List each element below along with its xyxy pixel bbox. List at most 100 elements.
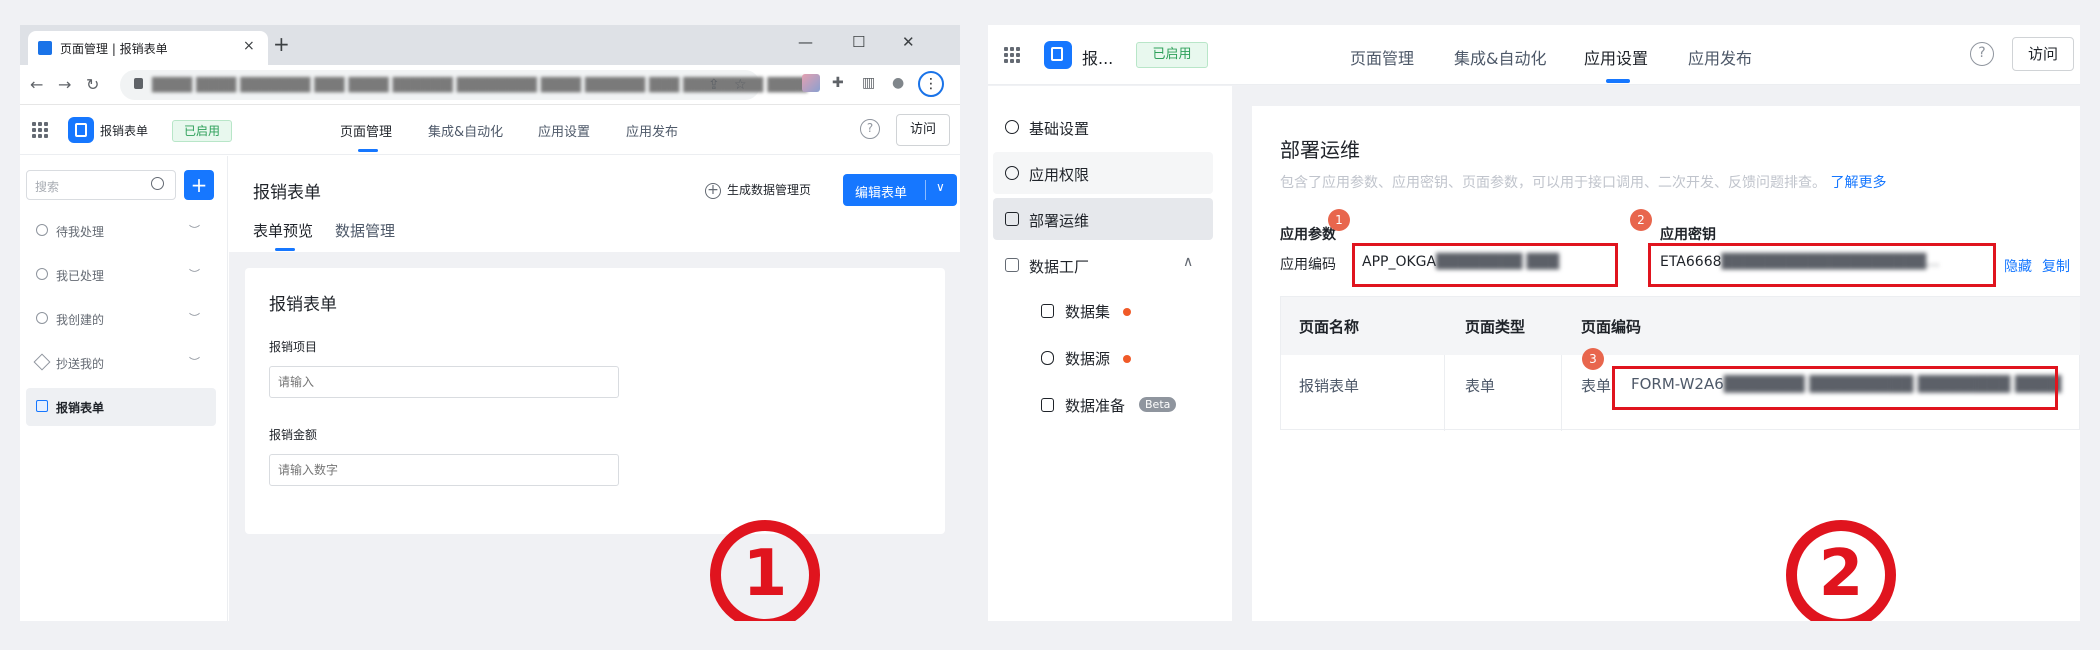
eye-closed-icon[interactable]: ︶ xyxy=(189,310,200,326)
sidebar-item-label: 抄送我的 xyxy=(56,357,105,371)
datasource-icon xyxy=(1041,351,1054,365)
address-bar[interactable]: ████ ████ ███████ ███ ████ ██████ ██████… xyxy=(120,70,807,100)
column-divider xyxy=(1561,355,1562,431)
side-panel-icon[interactable]: ▥ xyxy=(862,75,875,91)
sidebar-item-data-factory[interactable]: 数据工厂 ∧ xyxy=(993,244,1213,286)
nav-app-settings[interactable]: 应用设置 xyxy=(538,121,590,140)
field-label-item: 报销项目 xyxy=(269,340,318,354)
sidebar-item-label: 我创建的 xyxy=(56,313,105,327)
nav-page-manage[interactable]: 页面管理 xyxy=(340,121,392,140)
help-icon[interactable]: ? xyxy=(1970,42,1994,66)
sidebar-subitem-dataset[interactable]: 数据集 xyxy=(1033,291,1213,331)
tab-data-manage[interactable]: 数据管理 xyxy=(335,220,395,241)
sidebar-subitem-datasource[interactable]: 数据源 xyxy=(1033,338,1213,378)
sidebar-item-label: 待我处理 xyxy=(56,225,105,239)
edit-form-button[interactable]: 编辑表单 ∨ xyxy=(843,174,957,206)
visit-button[interactable]: 访问 xyxy=(896,114,950,146)
chevron-down-icon[interactable]: ∨ xyxy=(936,180,945,194)
profile-icon[interactable]: ● xyxy=(892,75,904,91)
sidebar-item-deploy-ops[interactable]: 部署运维 xyxy=(993,198,1213,240)
eye-closed-icon[interactable]: ︶ xyxy=(189,354,200,370)
back-icon[interactable]: ← xyxy=(30,75,43,94)
nav-page-manage[interactable]: 页面管理 xyxy=(1350,45,1414,69)
help-icon[interactable]: ? xyxy=(860,119,880,139)
eye-closed-icon[interactable]: ︶ xyxy=(189,222,200,238)
new-tab-button[interactable]: + xyxy=(273,32,290,56)
page-sidebar: 搜索 + 待我处理 ︶ 我已处理 ︶ 我创建的 ︶ 抄送我的 ︶ 报销表单 xyxy=(20,156,228,621)
tab-bar: 页面管理 | 报销表单 × + — ☐ ✕ xyxy=(20,25,960,65)
sidebar-item-todo[interactable]: 待我处理 ︶ xyxy=(26,212,216,250)
chevron-up-icon[interactable]: ∧ xyxy=(1183,254,1193,270)
star-icon[interactable]: ☆ xyxy=(734,77,747,93)
add-page-button[interactable]: + xyxy=(184,170,214,200)
window-close-button[interactable]: ✕ xyxy=(902,33,915,51)
cell-page-type: 表单 xyxy=(1465,377,1496,395)
data-prep-icon xyxy=(1041,398,1054,412)
visit-button[interactable]: 访问 xyxy=(2012,37,2074,71)
share-icon[interactable]: ⇪ xyxy=(708,77,720,93)
table-header: 页面名称 页面类型 页面编码 xyxy=(1281,297,2080,355)
server-icon xyxy=(1005,212,1019,226)
sidebar-item-created[interactable]: 我创建的 ︶ xyxy=(26,300,216,338)
callout-badge-1: 1 xyxy=(1328,209,1350,231)
dataset-icon xyxy=(1041,304,1054,318)
menu-icon[interactable]: ⋮ xyxy=(918,71,944,97)
tab-active-indicator xyxy=(275,248,295,251)
browser-tab[interactable]: 页面管理 | 报销表单 × xyxy=(28,31,268,65)
hide-secret-link[interactable]: 隐藏 xyxy=(2004,256,2032,276)
learn-more-link[interactable]: 了解更多 xyxy=(1830,175,1886,191)
nav-integration[interactable]: 集成&自动化 xyxy=(428,121,503,140)
app-grid-icon[interactable] xyxy=(32,122,48,138)
description-text: 包含了应用参数、应用密钥、页面参数，可以用于接口调用、二次开发、反馈问题排查。 xyxy=(1280,175,1826,191)
nav-app-publish[interactable]: 应用发布 xyxy=(1688,45,1752,69)
new-dot-badge xyxy=(1123,355,1131,363)
favicon-icon xyxy=(38,41,52,55)
extensions-icon[interactable]: ✚ xyxy=(832,75,844,91)
reimburse-item-input[interactable] xyxy=(269,366,619,398)
button-divider xyxy=(925,180,926,200)
app-logo-icon xyxy=(68,117,94,143)
tab-close-icon[interactable]: × xyxy=(243,38,255,54)
beta-badge: Beta xyxy=(1139,397,1177,412)
window-minimize-button[interactable]: — xyxy=(798,33,813,51)
lock-icon xyxy=(134,78,143,89)
sidebar-item-label: 应用权限 xyxy=(1029,166,1090,184)
page-title: 报销表单 xyxy=(253,183,321,203)
nav-integration[interactable]: 集成&自动化 xyxy=(1454,45,1546,69)
tab-title: 页面管理 | 报销表单 xyxy=(60,42,168,56)
tab-form-preview[interactable]: 表单预览 xyxy=(253,220,313,241)
copy-secret-link[interactable]: 复制 xyxy=(2042,256,2070,276)
generate-manage-page-link[interactable]: + 生成数据管理页 xyxy=(705,181,811,199)
document-icon xyxy=(36,400,48,412)
settings-sidebar: 基础设置 应用权限 部署运维 数据工厂 ∧ 数据集 数据源 数据准备 Beta xyxy=(988,86,1232,621)
window-maximize-button[interactable]: ☐ xyxy=(852,33,865,51)
field-label-amount: 报销金额 xyxy=(269,428,318,442)
sidebar-item-basic-settings[interactable]: 基础设置 xyxy=(993,106,1213,148)
sidebar-item-label: 数据源 xyxy=(1065,350,1111,368)
reload-icon[interactable]: ↻ xyxy=(86,75,99,94)
clock-icon xyxy=(36,224,48,236)
browser-toolbar: ← → ↻ ████ ████ ███████ ███ ████ ██████ … xyxy=(20,65,960,105)
app-grid-icon[interactable] xyxy=(1004,47,1020,63)
status-badge: 已启用 xyxy=(172,120,232,142)
cell-code-prefix: 表单: xyxy=(1581,377,1617,395)
user-lock-icon xyxy=(1005,166,1019,180)
send-icon xyxy=(33,353,51,371)
search-icon[interactable] xyxy=(151,177,164,190)
nav-app-publish[interactable]: 应用发布 xyxy=(626,121,678,140)
callout-badge-2: 2 xyxy=(1630,209,1652,231)
eye-closed-icon[interactable]: ︶ xyxy=(189,266,200,282)
extension-avatar-icon[interactable] xyxy=(802,74,820,92)
gear-icon xyxy=(1005,120,1019,134)
reimburse-amount-input[interactable] xyxy=(269,454,619,486)
sidebar-subitem-data-prep[interactable]: 数据准备 Beta xyxy=(1033,385,1213,425)
generate-manage-page-label: 生成数据管理页 xyxy=(727,183,812,197)
sidebar-item-done[interactable]: 我已处理 ︶ xyxy=(26,256,216,294)
sidebar-item-cc[interactable]: 抄送我的 ︶ xyxy=(26,344,216,382)
nav-app-settings[interactable]: 应用设置 xyxy=(1584,45,1648,69)
search-input[interactable]: 搜索 xyxy=(26,170,176,200)
sidebar-item-label: 报销表单 xyxy=(56,401,105,415)
sidebar-item-permissions[interactable]: 应用权限 xyxy=(993,152,1213,194)
sidebar-item-reimburse-form[interactable]: 报销表单 xyxy=(26,388,216,426)
forward-icon[interactable]: → xyxy=(58,75,71,94)
